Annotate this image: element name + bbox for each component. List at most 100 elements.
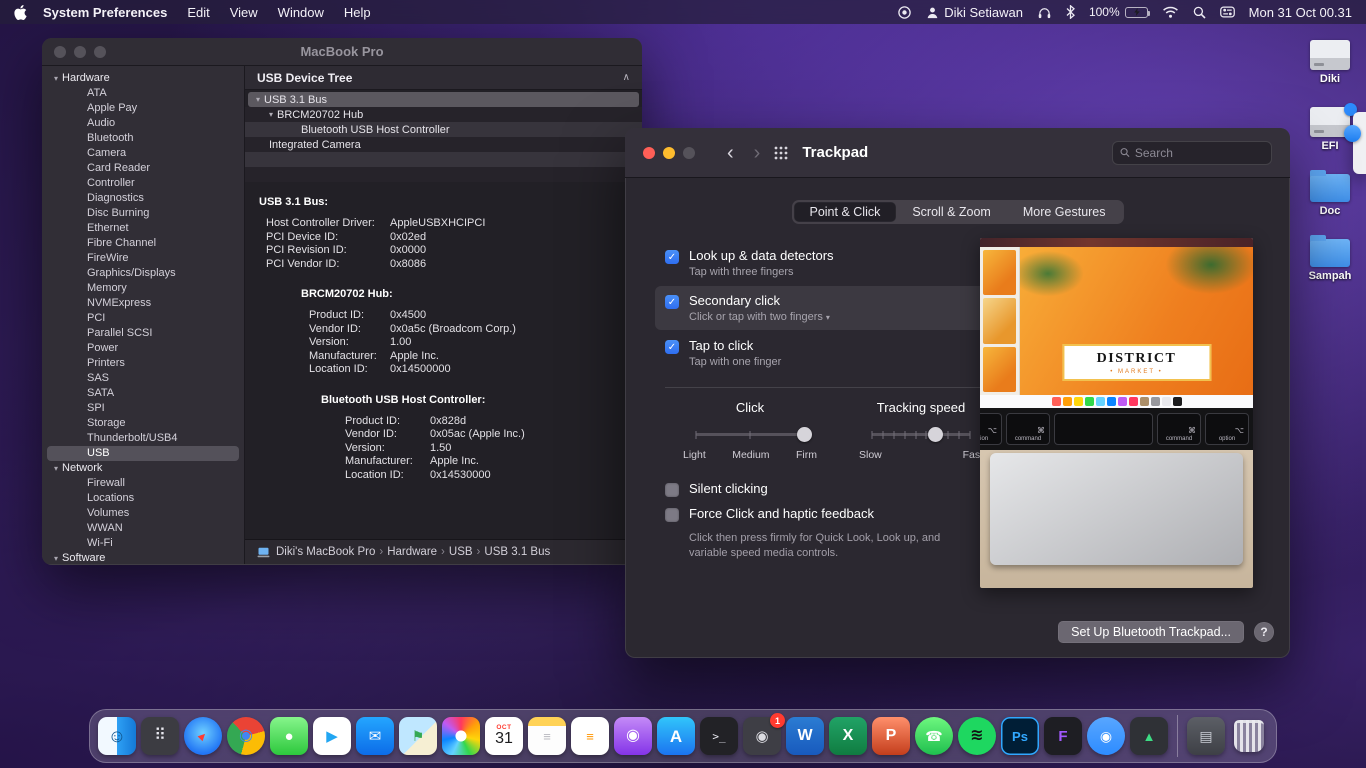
sidebar-item-diagnostics[interactable]: Diagnostics xyxy=(47,191,239,206)
sidebar-item-volumes[interactable]: Volumes xyxy=(47,506,239,521)
apple-menu[interactable] xyxy=(14,5,27,20)
dock-android-file-transfer[interactable]: ▲ xyxy=(1130,717,1168,755)
tree-row-brcm20702-hub[interactable]: ▾BRCM20702 Hub xyxy=(245,107,642,122)
system-info-titlebar[interactable]: MacBook Pro xyxy=(42,38,642,66)
partially-visible-window[interactable] xyxy=(1353,112,1366,174)
dock-external-drive[interactable]: ▤ xyxy=(1187,717,1225,755)
dock-chrome[interactable]: ◉ xyxy=(227,717,265,755)
sidebar-item-ata[interactable]: ATA xyxy=(47,86,239,101)
sidebar-item-apple-pay[interactable]: Apple Pay xyxy=(47,101,239,116)
search-field[interactable] xyxy=(1112,141,1272,165)
sidebar-item-disc-burning[interactable]: Disc Burning xyxy=(47,206,239,221)
forward-button[interactable]: › xyxy=(754,143,761,163)
dock-finder[interactable]: ☺ xyxy=(98,717,136,755)
dock-whatsapp[interactable]: ☎ xyxy=(915,717,953,755)
dock-excel[interactable]: X xyxy=(829,717,867,755)
menu-view[interactable]: View xyxy=(230,5,258,20)
tracking-speed-slider-thumb[interactable] xyxy=(928,427,943,442)
app-menu-title[interactable]: System Preferences xyxy=(43,5,167,20)
tab-scroll-zoom[interactable]: Scroll & Zoom xyxy=(896,202,1007,222)
help-button[interactable]: ? xyxy=(1254,622,1274,642)
checkbox-secondary-click[interactable]: ✓ xyxy=(665,295,679,309)
tree-row-usb-3-1-bus[interactable]: ▾USB 3.1 Bus xyxy=(248,92,639,107)
dock-photos[interactable] xyxy=(442,717,480,755)
zoom-button[interactable] xyxy=(683,147,695,159)
dock-trash[interactable] xyxy=(1230,717,1268,755)
menu-help[interactable]: Help xyxy=(344,5,371,20)
user-menu[interactable]: Diki Setiawan xyxy=(926,5,1023,20)
minimize-button[interactable] xyxy=(663,147,675,159)
back-button[interactable]: ‹ xyxy=(727,143,734,163)
desktop-icon-diki[interactable]: Diki xyxy=(1302,40,1358,85)
dock-camera[interactable]: ◉1 xyxy=(743,717,781,755)
wifi-icon[interactable] xyxy=(1162,6,1179,18)
disclosure-icon[interactable]: ▾ xyxy=(54,461,58,476)
bluetooth-icon[interactable] xyxy=(1066,5,1075,19)
menu-bar-clock[interactable]: Mon 31 Oct 00.31 xyxy=(1249,5,1352,20)
dock-maps[interactable]: ⚑ xyxy=(399,717,437,755)
sidebar-item-controller[interactable]: Controller xyxy=(47,176,239,191)
dock-reminders[interactable]: ≡ xyxy=(571,717,609,755)
sidebar-item-usb[interactable]: USB xyxy=(47,446,239,461)
sidebar-item-sata[interactable]: SATA xyxy=(47,386,239,401)
dock-zoom[interactable]: ◉ xyxy=(1087,717,1125,755)
click-slider-thumb[interactable] xyxy=(797,427,812,442)
sidebar-item-audio[interactable]: Audio xyxy=(47,116,239,131)
show-all-button[interactable] xyxy=(774,146,788,160)
sidebar-item-spi[interactable]: SPI xyxy=(47,401,239,416)
checkbox-tap-to-click[interactable]: ✓ xyxy=(665,340,679,354)
option-silent-clicking[interactable]: Silent clicking xyxy=(665,481,981,497)
breadcrumb-item[interactable]: Hardware xyxy=(387,546,437,558)
dock-photoshop[interactable]: Ps xyxy=(1001,717,1039,755)
option-look-up-data-detectors[interactable]: ✓Look up & data detectorsTap with three … xyxy=(655,241,991,285)
sidebar-item-locations[interactable]: Locations xyxy=(47,491,239,506)
sidebar-item-firewall[interactable]: Firewall xyxy=(47,476,239,491)
chevron-down-icon[interactable]: ▾ xyxy=(826,313,830,322)
spotlight-icon[interactable] xyxy=(1193,6,1206,19)
dock-play-store[interactable]: ▶ xyxy=(313,717,351,755)
battery-indicator[interactable]: 100% xyxy=(1089,5,1148,19)
tab-more-gestures[interactable]: More Gestures xyxy=(1007,202,1122,222)
tab-point-click[interactable]: Point & Click xyxy=(793,202,896,222)
option-secondary-click[interactable]: ✓Secondary clickClick or tap with two fi… xyxy=(655,286,991,330)
sidebar-section-software[interactable]: ▾Software xyxy=(42,551,244,564)
disclosure-icon[interactable]: ▾ xyxy=(54,551,58,564)
sidebar-item-graphics-displays[interactable]: Graphics/Displays xyxy=(47,266,239,281)
sidebar-item-printers[interactable]: Printers xyxy=(47,356,239,371)
sidebar-item-memory[interactable]: Memory xyxy=(47,281,239,296)
disclosure-icon[interactable]: ▾ xyxy=(256,95,260,104)
breadcrumb-item[interactable]: USB 3.1 Bus xyxy=(484,546,550,558)
search-input[interactable] xyxy=(1135,146,1264,160)
checkbox-silent-clicking[interactable] xyxy=(665,483,679,497)
breadcrumb-item[interactable]: Diki's MacBook Pro xyxy=(276,546,375,558)
dock-figma[interactable]: F xyxy=(1044,717,1082,755)
sidebar-item-pci[interactable]: PCI xyxy=(47,311,239,326)
sidebar-item-power[interactable]: Power xyxy=(47,341,239,356)
sidebar-item-card-reader[interactable]: Card Reader xyxy=(47,161,239,176)
option-tap-to-click[interactable]: ✓Tap to clickTap with one finger xyxy=(655,331,991,375)
screen-record-icon[interactable] xyxy=(897,5,912,20)
usb-device-tree-header[interactable]: USB Device Tree ∧ xyxy=(245,66,642,90)
dock-safari[interactable]: ▲ xyxy=(184,717,222,755)
trackpad-titlebar[interactable]: ‹ › Trackpad xyxy=(625,128,1290,178)
dock-terminal[interactable]: >_ xyxy=(700,717,738,755)
disclosure-icon[interactable]: ▾ xyxy=(269,110,273,119)
sidebar-item-ethernet[interactable]: Ethernet xyxy=(47,221,239,236)
menu-window[interactable]: Window xyxy=(278,5,324,20)
tree-row-integrated-camera[interactable]: Integrated Camera xyxy=(245,137,642,152)
sidebar-item-thunderbolt-usb4[interactable]: Thunderbolt/USB4 xyxy=(47,431,239,446)
sidebar-section-hardware[interactable]: ▾Hardware xyxy=(42,71,244,86)
dock-messages[interactable]: ● xyxy=(270,717,308,755)
sidebar-item-parallel-scsi[interactable]: Parallel SCSI xyxy=(47,326,239,341)
dock-launchpad[interactable]: ⠿ xyxy=(141,717,179,755)
dock-powerpoint[interactable]: P xyxy=(872,717,910,755)
checkbox-look-up-data-detectors[interactable]: ✓ xyxy=(665,250,679,264)
sidebar-item-bluetooth[interactable]: Bluetooth xyxy=(47,131,239,146)
slider-track[interactable] xyxy=(872,433,970,436)
sidebar-section-network[interactable]: ▾Network xyxy=(42,461,244,476)
dock-calendar[interactable]: OCT31 xyxy=(485,717,523,755)
control-center-icon[interactable] xyxy=(1220,6,1235,18)
dock-spotify[interactable]: ≋ xyxy=(958,717,996,755)
checkbox-force-click-and-haptic-feedback[interactable] xyxy=(665,508,679,522)
dock-app-store[interactable]: A xyxy=(657,717,695,755)
